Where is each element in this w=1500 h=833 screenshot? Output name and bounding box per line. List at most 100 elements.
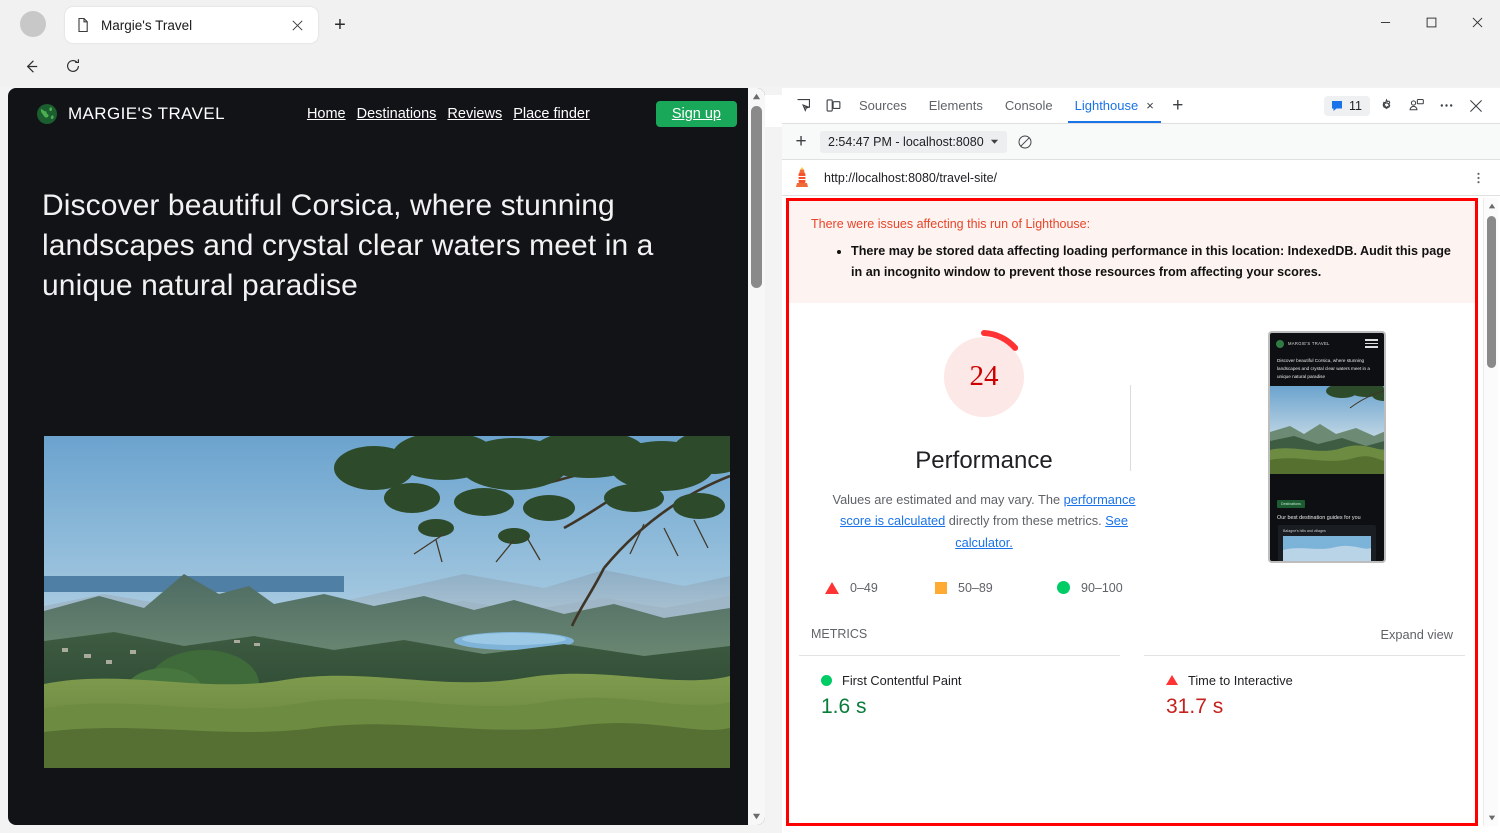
circle-icon	[821, 675, 832, 686]
thumb-card-image	[1283, 536, 1371, 562]
screenshot-thumbnail-column: MARGIE'S TRAVEL Discover beautiful Corsi…	[1179, 329, 1475, 595]
device-toolbar-icon[interactable]	[818, 92, 848, 120]
thumb-tag: Destinations	[1277, 500, 1305, 508]
performance-description: Values are estimated and may vary. The p…	[828, 489, 1140, 553]
tab-strip: Margie's Travel +	[0, 0, 1500, 45]
triangle-icon	[825, 582, 839, 594]
tab-elements[interactable]: Elements	[918, 88, 994, 123]
site-link-destinations[interactable]: Destinations	[357, 106, 437, 122]
gear-icon[interactable]	[1372, 92, 1400, 120]
profile-avatar[interactable]	[20, 11, 46, 37]
tab-sources[interactable]: Sources	[848, 88, 918, 123]
warning-list: There may be stored data affecting loadi…	[851, 241, 1453, 283]
thumb-subhead: Our best destination guides for you	[1270, 510, 1384, 525]
new-report-button[interactable]: +	[786, 128, 816, 156]
devtools-scrollbar[interactable]	[1483, 198, 1498, 826]
page-headline: Discover beautiful Corsica, where stunni…	[8, 140, 765, 306]
maximize-icon[interactable]	[1408, 0, 1454, 45]
metric-first-contentful-paint[interactable]: First Contentful Paint 1.6 s	[799, 655, 1120, 719]
scrollbar-thumb[interactable]	[1487, 216, 1496, 368]
metric-header: First Contentful Paint	[821, 673, 1120, 688]
signup-button[interactable]: Sign up	[656, 101, 737, 127]
hamburger-menu-icon	[1365, 339, 1378, 347]
more-tools-icon[interactable]	[1432, 92, 1460, 120]
legend-label-good: 90–100	[1081, 581, 1123, 595]
scrollbar-thumb[interactable]	[751, 106, 762, 288]
thumb-hero-photo	[1270, 386, 1384, 474]
browser-chrome: Margie's Travel +	[0, 0, 1500, 86]
expand-view-button[interactable]: Expand view	[1380, 627, 1453, 642]
back-arrow-icon[interactable]	[16, 51, 46, 81]
warning-item: There may be stored data affecting loadi…	[851, 241, 1453, 283]
legend-label-bad: 0–49	[850, 581, 878, 595]
window-controls	[1362, 0, 1500, 45]
performance-gauge: 24	[936, 329, 1032, 425]
issues-message-icon	[1330, 99, 1344, 113]
close-icon[interactable]: ×	[1146, 98, 1154, 113]
site-brand[interactable]: MARGIE'S TRAVEL	[36, 103, 225, 125]
site-link-reviews[interactable]: Reviews	[447, 106, 502, 122]
thumb-brand: MARGIE'S TRAVEL	[1288, 341, 1330, 346]
devtools-actions: 11	[1324, 92, 1494, 120]
score-area: 24 Performance Values are estimated and …	[789, 303, 1475, 595]
add-panel-button[interactable]: +	[1165, 92, 1191, 120]
divider	[1130, 385, 1131, 471]
chevron-down-icon	[990, 135, 999, 149]
issues-badge[interactable]: 11	[1324, 96, 1370, 116]
close-devtools-icon[interactable]	[1462, 92, 1490, 120]
report-select-label: 2:54:47 PM - localhost:8080	[828, 135, 984, 149]
issues-count: 11	[1349, 99, 1362, 113]
devtools-tabbar: Sources Elements Console Lighthouse × + …	[782, 88, 1500, 124]
page-scrollbar[interactable]	[748, 88, 765, 825]
browser-window: Margie's Travel +	[0, 0, 1500, 833]
metrics-label: METRICS	[811, 627, 867, 641]
new-tab-button[interactable]: +	[326, 12, 354, 38]
page-icon	[75, 17, 91, 33]
lighthouse-report: There were issues affecting this run of …	[786, 198, 1478, 826]
lighthouse-toolbar: + 2:54:47 PM - localhost:8080	[782, 124, 1500, 160]
legend-item-bad: 0–49	[825, 581, 935, 595]
browser-tab[interactable]: Margie's Travel	[65, 7, 318, 43]
desc-pre: Values are estimated and may vary. The	[832, 492, 1063, 507]
site-links: Home Destinations Reviews Place finder	[307, 106, 590, 122]
scroll-down-icon[interactable]	[748, 808, 765, 825]
minimize-icon[interactable]	[1362, 0, 1408, 45]
warning-title: There were issues affecting this run of …	[811, 217, 1453, 231]
metric-time-to-interactive[interactable]: Time to Interactive 31.7 s	[1144, 655, 1465, 719]
site-brand-name: MARGIE'S TRAVEL	[68, 104, 225, 124]
user-flow-icon[interactable]	[1402, 92, 1430, 120]
metric-value: 1.6 s	[821, 695, 1120, 719]
score-legend: 0–49 50–89 90–100	[819, 581, 1149, 595]
site-link-home[interactable]: Home	[307, 106, 346, 122]
performance-score-value: 24	[936, 329, 1032, 425]
clear-report-icon[interactable]	[1011, 128, 1039, 156]
scroll-up-icon[interactable]	[748, 88, 765, 105]
reload-icon[interactable]	[58, 51, 88, 81]
inspect-element-icon[interactable]	[788, 92, 818, 120]
tab-lighthouse-label: Lighthouse	[1075, 98, 1139, 113]
thumb-spacer	[1270, 474, 1384, 492]
close-icon[interactable]	[286, 14, 308, 36]
navigation-bar: localhost:8080/travel-site/	[0, 45, 1500, 86]
scroll-up-icon[interactable]	[1484, 198, 1499, 214]
metric-name: Time to Interactive	[1188, 673, 1293, 688]
kebab-menu-icon[interactable]	[1468, 169, 1488, 187]
globe-icon	[36, 103, 58, 125]
legend-item-average: 50–89	[935, 581, 1057, 595]
tab-console[interactable]: Console	[994, 88, 1064, 123]
site-link-place-finder[interactable]: Place finder	[513, 106, 590, 122]
lighthouse-url-bar: http://localhost:8080/travel-site/	[782, 160, 1500, 196]
scroll-down-icon[interactable]	[1484, 810, 1499, 826]
thumb-navbar: MARGIE'S TRAVEL	[1270, 333, 1384, 355]
lighthouse-icon	[792, 167, 812, 189]
globe-icon	[1276, 340, 1284, 348]
thumb-headline: Discover beautiful Corsica, where stunni…	[1270, 355, 1384, 386]
square-icon	[935, 582, 947, 594]
performance-score-block: 24 Performance Values are estimated and …	[789, 329, 1179, 595]
performance-title: Performance	[915, 447, 1052, 475]
report-select[interactable]: 2:54:47 PM - localhost:8080	[820, 131, 1007, 153]
close-icon[interactable]	[1454, 0, 1500, 45]
site-navbar: MARGIE'S TRAVEL Home Destinations Review…	[8, 88, 765, 140]
devtools-panel: Sources Elements Console Lighthouse × + …	[782, 88, 1500, 833]
tab-lighthouse[interactable]: Lighthouse ×	[1064, 88, 1165, 123]
